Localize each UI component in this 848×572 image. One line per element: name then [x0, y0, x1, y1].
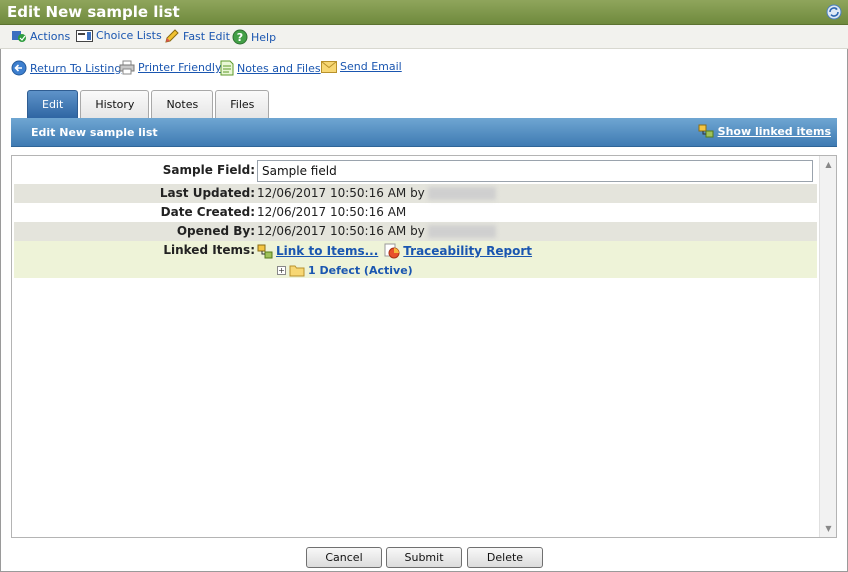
tab-history[interactable]: History — [80, 90, 150, 118]
scroll-down-icon[interactable]: ▼ — [820, 520, 836, 537]
traceability-report-label: Traceability Report — [403, 244, 533, 258]
email-icon — [321, 60, 337, 73]
printer-icon — [119, 60, 135, 75]
notes-and-files-link[interactable]: Notes and Files — [220, 60, 321, 76]
tab-notes[interactable]: Notes — [151, 90, 214, 118]
last-updated-text: 12/06/2017 10:50:16 AM by — [257, 186, 425, 200]
tab-strip: Edit History Notes Files — [27, 90, 271, 118]
menu-choice-lists-label: Choice Lists — [96, 29, 162, 42]
sample-field-label: Sample Field: — [162, 163, 255, 177]
last-updated-label: Last Updated: — [159, 186, 255, 200]
opened-by-row: Opened By: 12/06/2017 10:50:16 AM by — [14, 222, 817, 241]
notes-icon — [220, 60, 234, 76]
refresh-icon[interactable] — [826, 4, 842, 20]
send-email-label: Send Email — [340, 60, 402, 73]
expand-icon[interactable]: + — [277, 266, 286, 275]
section-title: Edit New sample list — [31, 126, 158, 139]
svg-text:?: ? — [237, 31, 243, 44]
printer-friendly-label: Printer Friendly — [138, 61, 222, 74]
sample-field-row: Sample Field: — [14, 158, 817, 184]
menu-actions-label: Actions — [30, 29, 71, 43]
pencil-icon — [165, 29, 179, 43]
opened-by-text: 12/06/2017 10:50:16 AM by — [257, 224, 425, 238]
vertical-scrollbar[interactable]: ▲ ▼ — [819, 156, 836, 537]
linked-items-icon — [698, 124, 714, 138]
last-updated-row: Last Updated: 12/06/2017 10:50:16 AM by — [14, 184, 817, 203]
opened-by-label: Opened By: — [176, 224, 255, 238]
traceability-report-link[interactable]: Traceability Report — [384, 243, 532, 259]
link-to-items-label: Link to Items... — [276, 244, 379, 258]
sample-field-input[interactable] — [257, 160, 813, 182]
return-to-listing-label: Return To Listing — [30, 61, 122, 75]
show-linked-items-link[interactable]: Show linked items — [698, 124, 831, 138]
menu-help[interactable]: ? Help — [232, 29, 276, 45]
menu-fast-edit[interactable]: Fast Edit — [164, 29, 230, 44]
menu-help-label: Help — [251, 30, 277, 44]
submit-button[interactable]: Submit — [386, 547, 462, 568]
printer-friendly-link[interactable]: Printer Friendly — [119, 60, 221, 75]
delete-button[interactable]: Delete — [467, 547, 543, 568]
tab-edit[interactable]: Edit — [27, 90, 79, 118]
section-header: Edit New sample list Show linked items — [11, 118, 837, 147]
menu-actions[interactable]: Actions — [11, 29, 70, 43]
opened-by-value: 12/06/2017 10:50:16 AM by — [257, 224, 496, 238]
last-updated-value: 12/06/2017 10:50:16 AM by — [257, 186, 496, 200]
link-bar: Return To Listing Printer Friendly Notes… — [0, 58, 848, 80]
link-items-icon — [257, 244, 273, 258]
choice-list-icon — [76, 29, 93, 42]
tab-files[interactable]: Files — [215, 90, 270, 118]
send-email-link[interactable]: Send Email — [321, 60, 402, 73]
linked-items-actions: Link to Items... Traceability Report — [257, 243, 538, 259]
back-arrow-icon — [11, 60, 27, 76]
menu-fast-edit-label: Fast Edit — [183, 30, 230, 43]
menu-bar: Actions Choice Lists Fast Edit ? Help — [0, 25, 848, 49]
linked-tree: + 1 Defect (Active) — [277, 264, 413, 277]
window-title-bar: Edit New sample list — [0, 0, 848, 25]
help-icon: ? — [232, 29, 248, 45]
cancel-button[interactable]: Cancel — [306, 547, 382, 568]
redacted-user — [427, 225, 496, 238]
actions-icon — [12, 31, 26, 42]
linked-items-row: Linked Items: Link to Items... Traceabil… — [14, 241, 817, 278]
return-to-listing-link[interactable]: Return To Listing — [11, 60, 121, 76]
folder-icon — [289, 265, 305, 277]
window-title: Edit New sample list — [7, 3, 180, 21]
scroll-up-icon[interactable]: ▲ — [820, 156, 836, 173]
notes-and-files-label: Notes and Files — [237, 61, 321, 75]
form-panel: Sample Field: Last Updated: 12/06/2017 1… — [11, 155, 837, 538]
tree-node-defect[interactable]: 1 Defect (Active) — [308, 264, 413, 277]
show-linked-items-label: Show linked items — [717, 124, 831, 138]
date-created-value: 12/06/2017 10:50:16 AM — [257, 205, 407, 219]
date-created-label: Date Created: — [160, 205, 255, 219]
action-buttons: Cancel Submit Delete — [0, 547, 848, 569]
linked-items-label: Linked Items: — [163, 243, 255, 257]
date-created-row: Date Created: 12/06/2017 10:50:16 AM — [14, 203, 817, 222]
menu-choice-lists[interactable]: Choice Lists — [76, 29, 162, 42]
redacted-user — [427, 187, 496, 200]
link-to-items-link[interactable]: Link to Items... — [257, 244, 378, 259]
report-icon — [384, 243, 400, 259]
